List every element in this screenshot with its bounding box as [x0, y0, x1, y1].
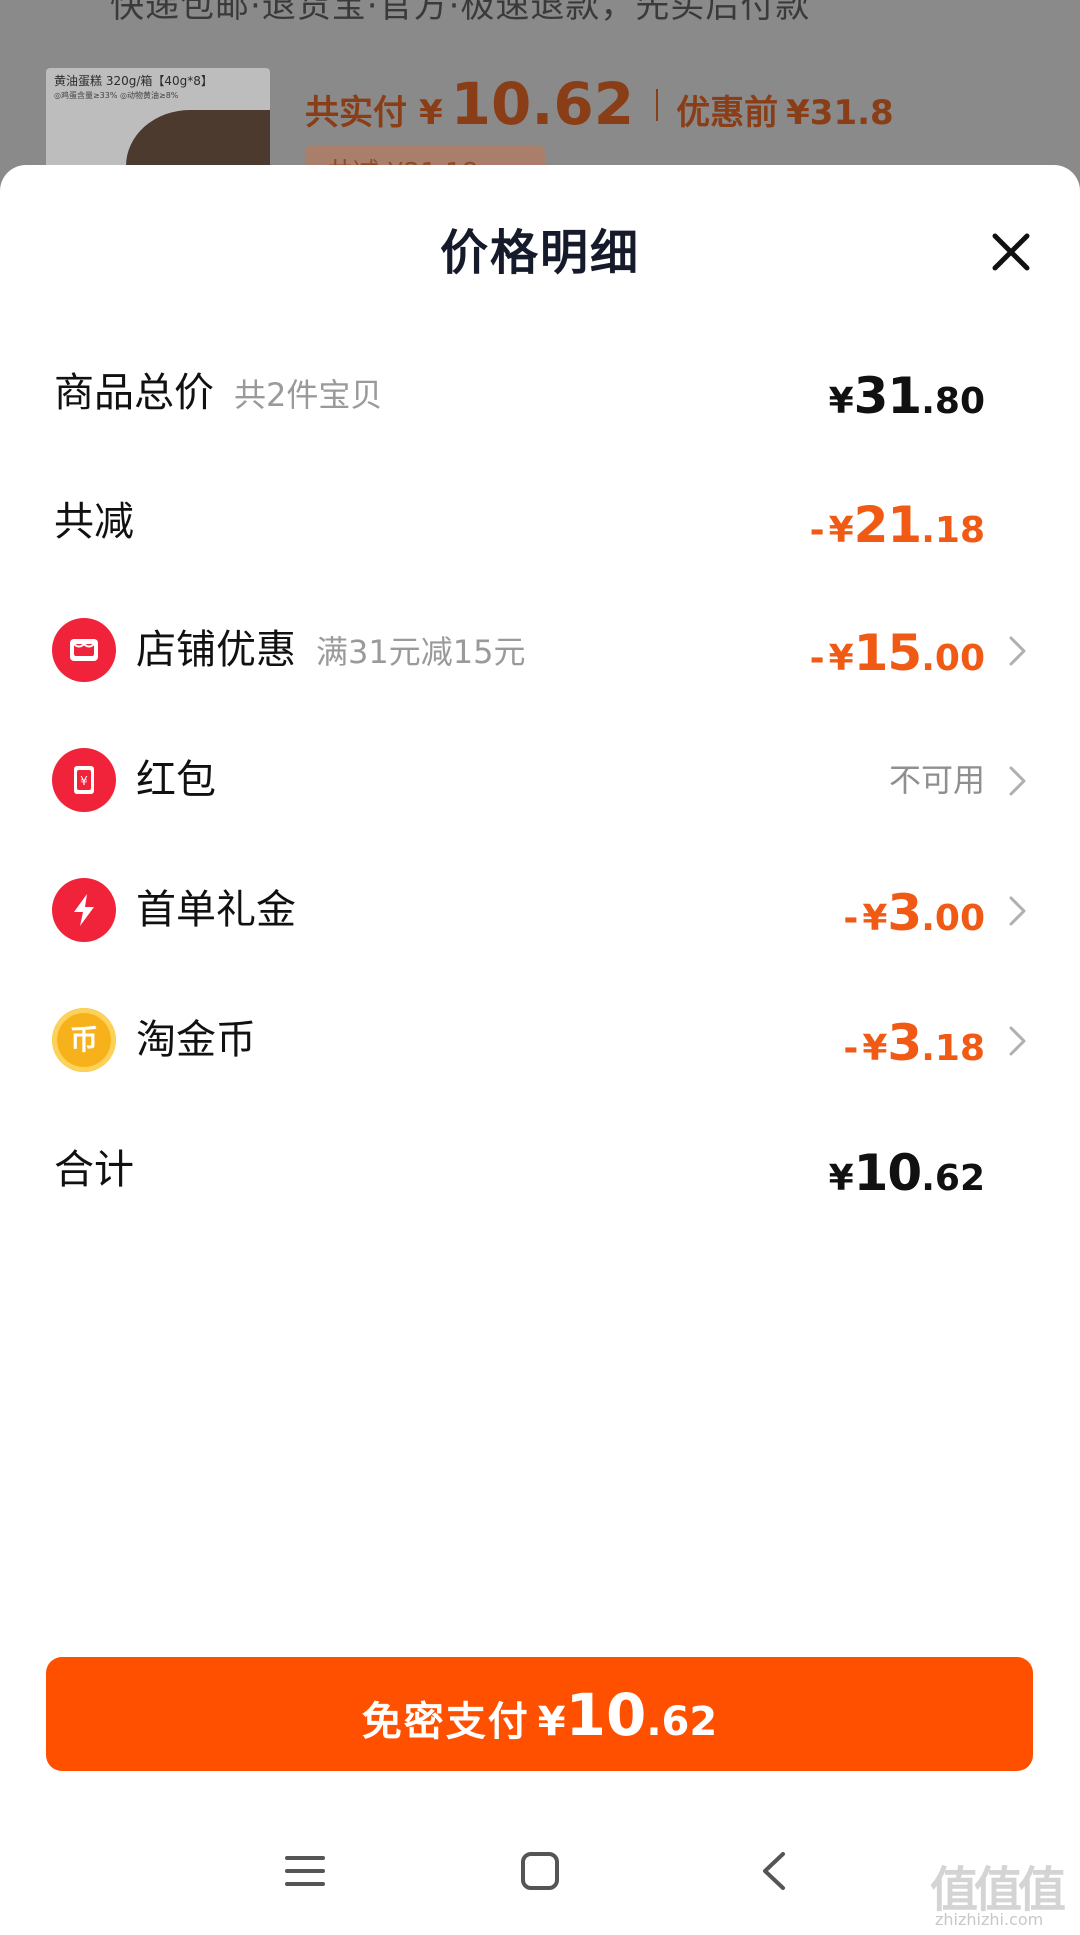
amount-dec: .18 — [921, 1028, 985, 1069]
item-total-amount: ¥31.80 — [829, 353, 985, 433]
menu-nav-button[interactable] — [275, 1846, 335, 1896]
chevron-right-icon — [1009, 1026, 1026, 1056]
background-price: 共实付 ¥ 10.62 优惠前 ¥31.8 — [305, 70, 894, 140]
grand-total-amount: ¥10.62 — [829, 1130, 985, 1210]
before-amount: ¥31.8 — [786, 93, 894, 133]
shop-discount-label: 店铺优惠 — [136, 627, 296, 673]
gold-coin-glyph: 币 — [69, 1023, 98, 1056]
total-discount-label: 共减 — [54, 499, 134, 545]
pay-button-int: 10 — [565, 1681, 647, 1749]
sheet-title: 价格明细 — [439, 225, 640, 281]
amount-yen: ¥ — [862, 1028, 888, 1069]
row-label: 商品总价 共2件宝贝 — [54, 353, 382, 433]
amount-sign: - — [809, 510, 825, 551]
row-first-order-bonus[interactable]: 首单礼金 - ¥3.00 — [0, 870, 1080, 950]
amount-sign: - — [809, 638, 825, 679]
row-grand-total: 合计 ¥10.62 — [0, 1130, 1080, 1210]
first-order-bonus-label: 首单礼金 — [136, 887, 296, 933]
amount-dec: .00 — [921, 638, 985, 679]
home-nav-button[interactable] — [510, 1846, 570, 1896]
first-order-bonus-amount: - ¥3.00 — [843, 870, 985, 950]
close-button[interactable] — [984, 225, 1038, 279]
product-thumbnail-title: 黄油蛋糕 320g/箱【40g*8】 — [54, 74, 213, 88]
paid-label: 共实付 — [305, 93, 407, 133]
shop-discount-rule: 满31元减15元 — [316, 633, 526, 671]
red-envelope-label: 红包 — [136, 757, 216, 803]
taobao-coins-amount: - ¥3.18 — [843, 1000, 985, 1080]
grand-total-label: 合计 — [54, 1147, 134, 1193]
amount-yen: ¥ — [828, 510, 854, 551]
home-square-icon — [521, 1852, 559, 1890]
item-total-label: 商品总价 — [54, 370, 214, 416]
watermark-url: zhizhizhi.com — [935, 1910, 1044, 1929]
amount-dec: .80 — [921, 381, 985, 422]
amount-yen: ¥ — [828, 381, 854, 422]
row-red-envelope[interactable]: ¥ 红包 不可用 — [0, 740, 1080, 820]
item-count: 共2件宝贝 — [234, 376, 383, 414]
lightning-icon — [52, 878, 116, 942]
chevron-right-icon — [1009, 636, 1026, 666]
taobao-coins-label: 淘金币 — [136, 1017, 256, 1063]
background-top-text: 快递包邮·退货宝·官方·极速退款，先买后付款 — [110, 0, 811, 26]
shop-discount-amount: - ¥15.00 — [810, 610, 985, 690]
amount-dec: .00 — [921, 898, 985, 939]
red-envelope-yen-glyph: ¥ — [80, 774, 88, 788]
row-item-total: 商品总价 共2件宝贝 ¥31.80 — [0, 353, 1080, 433]
back-chevron-icon — [763, 1852, 785, 1890]
password-free-pay-button[interactable]: 免密支付 ¥10.62 — [46, 1657, 1033, 1771]
chevron-right-icon — [1009, 896, 1026, 926]
amount-yen: ¥ — [828, 1158, 854, 1199]
amount-dec: .62 — [921, 1158, 985, 1199]
back-nav-button[interactable] — [745, 1846, 805, 1896]
amount-yen: ¥ — [862, 898, 888, 939]
row-total-discount: 共减 - ¥21.18 — [0, 482, 1080, 562]
red-envelope-status: 不可用 — [888, 761, 985, 799]
before-label: 优惠前 — [676, 93, 779, 133]
red-envelope-icon: ¥ — [52, 748, 116, 812]
pay-button-label: 免密支付 — [361, 1699, 530, 1745]
total-discount-amount: - ¥21.18 — [810, 482, 985, 562]
chevron-right-icon — [1009, 766, 1026, 796]
shop-icon — [52, 618, 116, 682]
amount-sign: - — [843, 898, 859, 939]
amount-yen: ¥ — [828, 638, 854, 679]
price-divider — [656, 89, 659, 121]
menu-icon — [285, 1856, 325, 1886]
paid-yen: ¥ — [419, 93, 443, 133]
gold-coin-icon: 币 — [52, 1008, 116, 1072]
amount-int: 31 — [853, 367, 923, 425]
amount-int: 21 — [853, 496, 923, 554]
amount-int: 10 — [853, 1144, 923, 1202]
row-label: 店铺优惠 满31元减15元 — [136, 610, 525, 690]
amount-sign: - — [843, 1028, 859, 1069]
row-taobao-coins[interactable]: 币 淘金币 - ¥3.18 — [0, 1000, 1080, 1080]
pay-button-dec: .62 — [646, 1699, 718, 1745]
product-thumbnail-subtitle: ◎鸡蛋含量≥33% ◎动物黄油≥8% — [54, 91, 179, 100]
amount-int: 15 — [853, 624, 923, 682]
pay-button-yen: ¥ — [537, 1699, 566, 1745]
amount-dec: .18 — [921, 510, 985, 551]
amount-int: 3 — [887, 884, 922, 942]
paid-amount: 10.62 — [450, 70, 635, 138]
close-icon — [992, 233, 1030, 271]
amount-int: 3 — [887, 1014, 922, 1072]
row-shop-discount[interactable]: 店铺优惠 满31元减15元 - ¥15.00 — [0, 610, 1080, 690]
